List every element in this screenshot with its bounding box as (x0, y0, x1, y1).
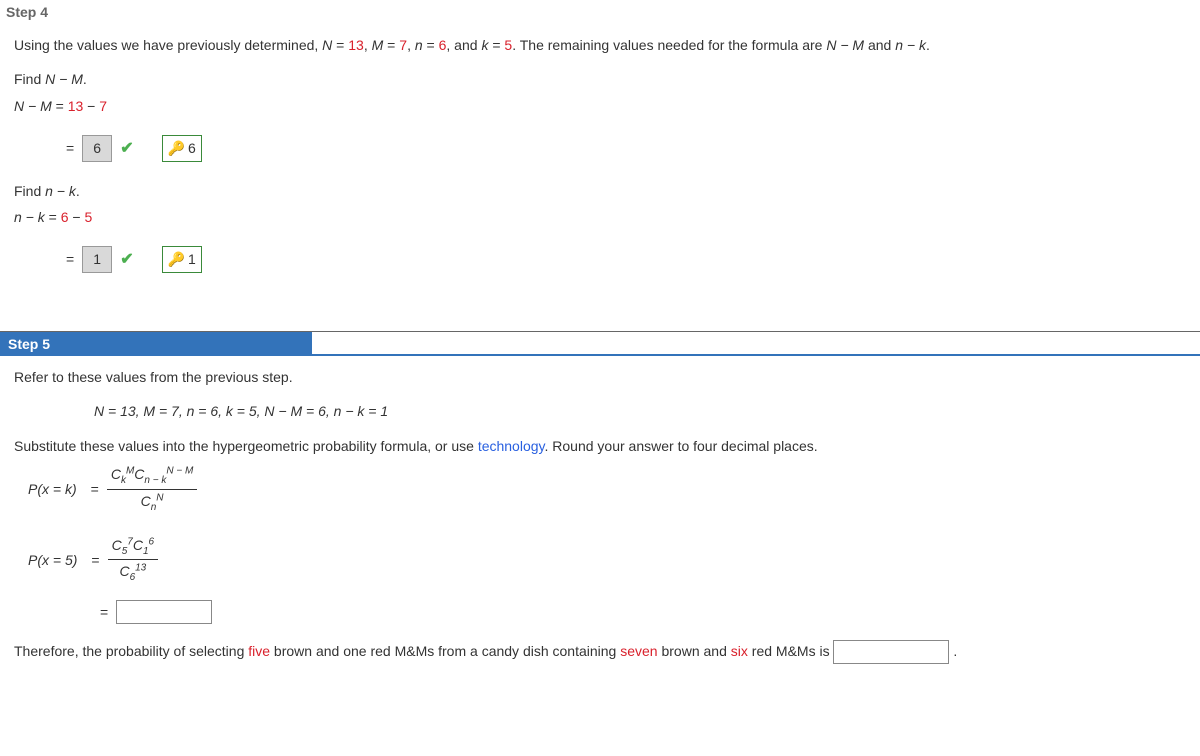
nm13: 13 (68, 98, 84, 114)
nk-expr: n − k = 6 − 5 (14, 206, 1186, 228)
formula-general: P(x = k) = CkMCn − kN − M CnN (28, 463, 1186, 516)
technology-link[interactable]: technology (478, 438, 545, 454)
nk-text: n − k (895, 37, 926, 53)
step4-title: Step 4 (6, 4, 48, 20)
step5-header-row: Step 5 (0, 331, 1200, 356)
nk-key-box[interactable]: 🔑 1 (162, 246, 202, 272)
step4-intro: Using the values we have previously dete… (14, 34, 1186, 56)
five: five (248, 643, 270, 659)
nk6: 6 (61, 209, 69, 225)
find-nk-label: Find (14, 183, 45, 199)
minus2: − (69, 209, 85, 225)
minus1: − (83, 98, 99, 114)
sup13: 13 (135, 563, 146, 574)
px5: P(x = 5) (28, 549, 77, 571)
probability-input[interactable] (116, 600, 212, 624)
step5-header-rest (312, 332, 1200, 356)
sub-a: Substitute these values into the hyperge… (14, 438, 478, 454)
c1: C (111, 466, 121, 482)
formula-answer: = (92, 600, 1186, 624)
sub-k: k (121, 475, 126, 486)
var-n: n (415, 37, 423, 53)
eq2: = (383, 37, 399, 53)
intro-b: . The remaining values needed for the fo… (512, 37, 826, 53)
val-n: 6 (439, 37, 447, 53)
step5-content: Refer to these values from the previous … (0, 356, 1200, 675)
nm-answer-box[interactable]: 6 (82, 135, 112, 161)
sup6: 6 (149, 536, 155, 547)
eq4: = (488, 37, 504, 53)
step5-header: Step 5 (0, 332, 312, 356)
c3: C (141, 493, 151, 509)
c2: C (134, 466, 144, 482)
nm-expr: n − k = N − M = 13 − 7 (14, 95, 1186, 117)
key6-text: 6 (188, 137, 196, 159)
sup-N: N (156, 492, 163, 503)
key1-text: 1 (188, 248, 196, 270)
sub-n: n (151, 502, 157, 513)
key-icon-2: 🔑 (168, 248, 185, 270)
step4-header: Step 4 (0, 0, 1200, 24)
nm-eq: N − M (45, 71, 83, 87)
vals-line: N = 13, M = 7, n = 6, k = 5, N − M = 6, … (14, 400, 1186, 422)
val-M: 7 (399, 37, 407, 53)
c5a: C (112, 537, 122, 553)
c6a: C (119, 563, 129, 579)
formula-numeric: P(x = 5) = C57C16 C613 (28, 534, 1186, 587)
period: . (949, 643, 957, 659)
nm-key-box[interactable]: 🔑 6 (162, 135, 202, 161)
step5-title: Step 5 (8, 336, 50, 352)
nk5: 5 (84, 209, 92, 225)
frac-numeric: C57C16 C613 (108, 534, 159, 587)
find-nm-label: Find (14, 71, 45, 87)
check-icon: ✔ (120, 136, 133, 162)
var-N: N (322, 37, 332, 53)
step4-content: Using the values we have previously dete… (0, 24, 1200, 301)
nk-answer-row: = 1 ✔ 🔑 1 (14, 246, 1186, 272)
val-N: 13 (348, 37, 364, 53)
th-d: red M&Ms is (748, 643, 834, 659)
sup-nm: N − M (166, 465, 193, 476)
refer-line: Refer to these values from the previous … (14, 366, 1186, 388)
nk-answer-box[interactable]: 1 (82, 246, 112, 272)
seven: seven (620, 643, 657, 659)
eq-f3: = (100, 601, 108, 623)
find-nm-line: Find N − M. (14, 68, 1186, 90)
frac-general: CkMCn − kN − M CnN (107, 463, 198, 516)
nm7: 7 (99, 98, 107, 114)
intro-text: Using the values we have previously dete… (14, 37, 322, 53)
eq3: = (423, 37, 439, 53)
c1a: C (133, 537, 143, 553)
and: and (864, 37, 895, 53)
sub-nmk: n − k (144, 475, 166, 486)
sub-line: Substitute these values into the hyperge… (14, 435, 1186, 457)
final-probability-input[interactable] (833, 640, 949, 664)
th-c: brown and (658, 643, 731, 659)
eq-sign2: = (66, 248, 74, 270)
eq-sign: = (66, 137, 74, 159)
key-icon: 🔑 (168, 137, 185, 159)
sub1: 1 (143, 545, 149, 556)
sub-b: . Round your answer to four decimal plac… (545, 438, 818, 454)
therefore-line: Therefore, the probability of selecting … (14, 640, 1186, 664)
six: six (731, 643, 748, 659)
nm-text: N − M (826, 37, 864, 53)
nm-answer-row: = 6 ✔ 🔑 6 (14, 135, 1186, 161)
var-M: M (372, 37, 384, 53)
th-b: brown and one red M&Ms from a candy dish… (270, 643, 620, 659)
find-nk-line: Find n − k. (14, 180, 1186, 202)
check-icon-2: ✔ (120, 247, 133, 273)
eq1: = (332, 37, 348, 53)
pxk: P(x = k) (28, 478, 77, 500)
eq-f1: = (91, 478, 99, 500)
th-a: Therefore, the probability of selecting (14, 643, 248, 659)
eq-f2: = (91, 549, 99, 571)
nk-eq: n − k (45, 183, 76, 199)
